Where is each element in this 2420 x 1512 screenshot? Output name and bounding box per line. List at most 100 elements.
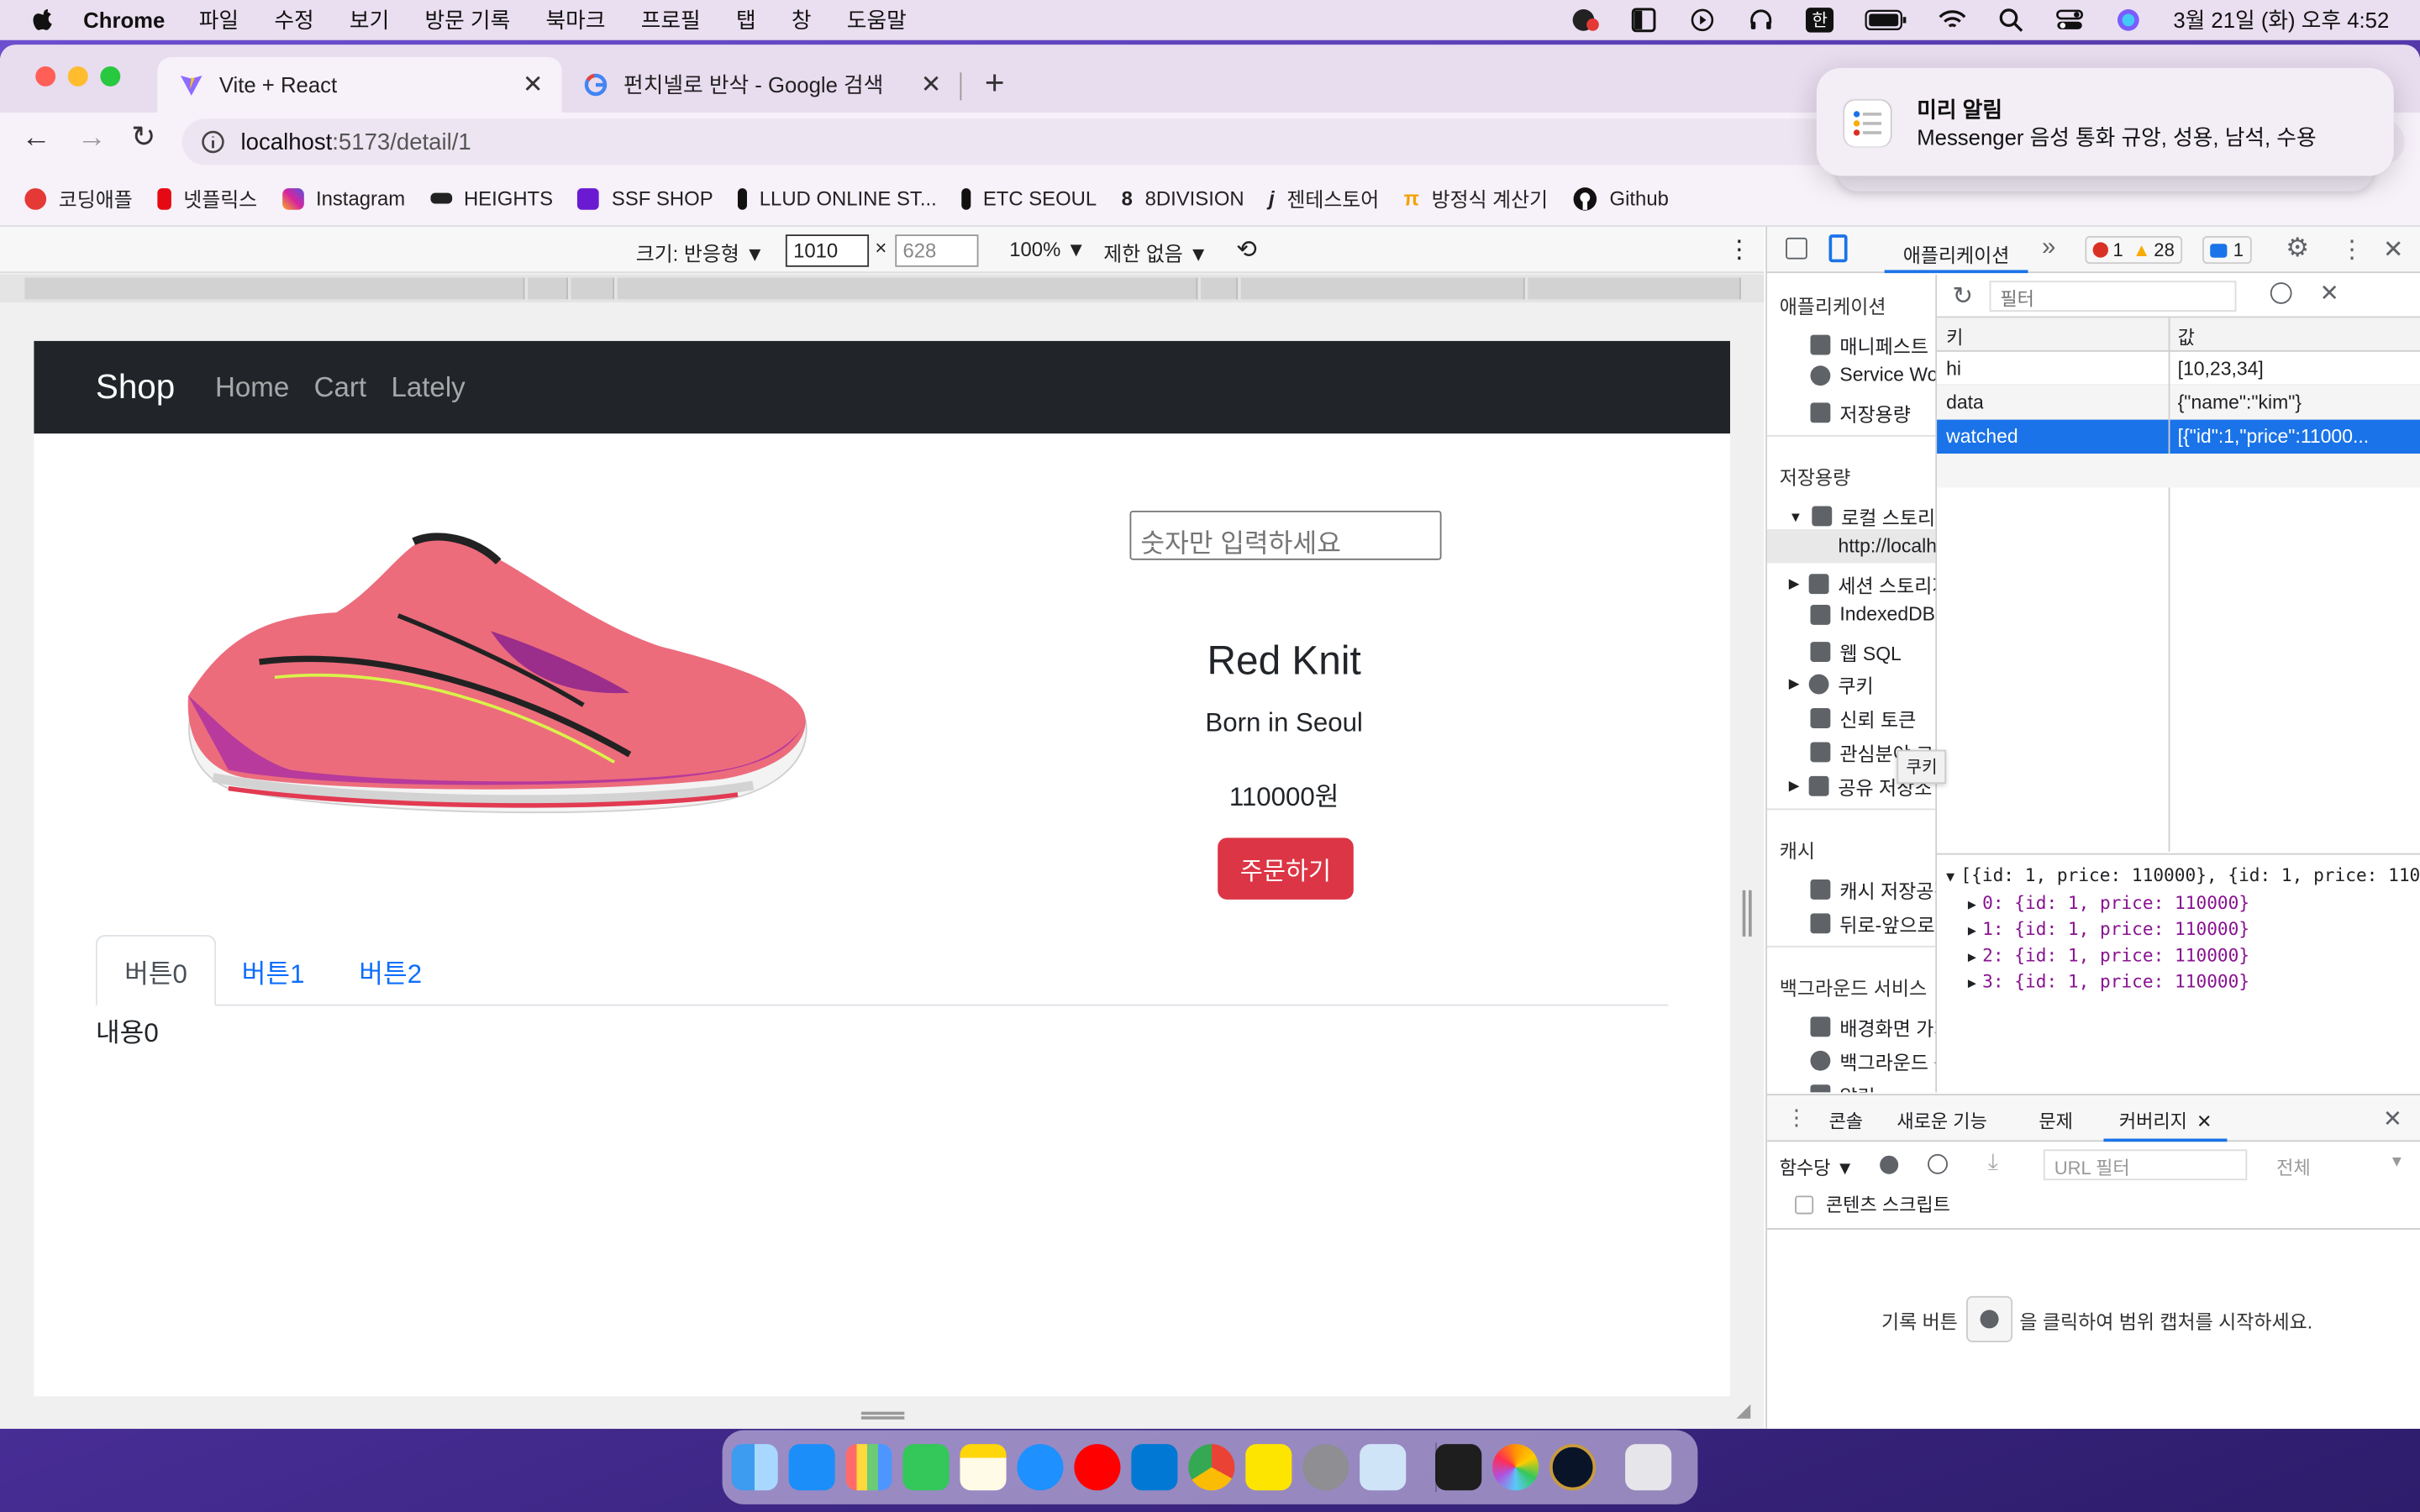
bookmark-8division[interactable]: 8 8DIVISION — [1122, 186, 1244, 210]
facetime-icon[interactable] — [902, 1444, 950, 1491]
record-icon[interactable] — [1880, 1155, 1899, 1174]
resize-handle-bottom[interactable] — [860, 1411, 905, 1420]
vscode-icon[interactable] — [1131, 1444, 1178, 1491]
device-zoom-select[interactable]: 100% ▼ — [1009, 238, 1086, 261]
apple-icon[interactable] — [31, 8, 55, 32]
url-filter-input[interactable]: URL 필터 — [2043, 1149, 2248, 1181]
navbar-brand[interactable]: Shop — [96, 367, 175, 407]
messages-counter[interactable]: 1 — [2202, 236, 2252, 265]
menu-view[interactable]: 보기 — [350, 5, 389, 36]
bookmark-equation-calculator[interactable]: π 방정식 계산기 — [1404, 184, 1548, 213]
bookmark-jentestore[interactable]: j 젠테스토어 — [1269, 184, 1379, 213]
siri-icon[interactable] — [2115, 8, 2143, 32]
device-height-input[interactable]: 628 — [895, 234, 979, 267]
play-icon[interactable] — [1689, 8, 1717, 32]
input-language-indicator[interactable]: 한 — [1806, 8, 1834, 33]
menu-edit[interactable]: 수정 — [274, 5, 313, 36]
youtube-music-icon[interactable] — [1074, 1444, 1121, 1491]
preview-item[interactable]: ▶ 2: {id: 1, price: 110000} — [1968, 944, 2249, 966]
menu-history[interactable]: 방문 기록 — [424, 5, 510, 36]
launchpad-icon[interactable] — [845, 1444, 892, 1491]
expand-right-icon[interactable]: ▶ — [1789, 675, 1800, 692]
device-width-input[interactable]: 1010 — [785, 234, 870, 267]
filter-input[interactable]: 필터 — [1989, 281, 2237, 312]
bookmark-ssf-shop[interactable]: SSF SHOP — [577, 186, 713, 210]
site-info-icon[interactable] — [201, 129, 225, 154]
terminal-icon[interactable] — [1435, 1444, 1482, 1491]
more-tabs-icon[interactable]: » — [2042, 234, 2055, 262]
system-settings-icon[interactable] — [1302, 1444, 1349, 1491]
sidebar-item-cache-storage[interactable]: 캐시 저장공간 — [1810, 874, 1935, 904]
tab-button-1[interactable]: 버튼1 — [216, 935, 330, 1005]
sidebar-item-storage[interactable]: 저장용량 — [1810, 398, 1911, 428]
notes-icon[interactable] — [960, 1444, 1007, 1491]
sidebar-item-manifest[interactable]: 매니페스트 — [1810, 330, 1928, 360]
messenger-status-icon[interactable] — [1571, 8, 1600, 32]
preview-item[interactable]: ▶ 3: {id: 1, price: 110000} — [1968, 970, 2249, 992]
close-devtools-icon[interactable]: ✕ — [2383, 234, 2404, 265]
kakaotalk-icon[interactable] — [1245, 1444, 1292, 1491]
sidebar-item-service-workers[interactable]: Service Workers — [1810, 364, 1935, 386]
expand-right-icon[interactable]: ▶ — [1789, 778, 1800, 795]
drawer-tab-console[interactable]: 콘솔 — [1829, 1108, 1864, 1134]
sidebar-item-bfcache[interactable]: 뒤로-앞으로 캐시 — [1810, 909, 1935, 938]
close-tab-icon[interactable]: ✕ — [921, 70, 942, 101]
devtools-menu-icon[interactable]: ⋮ — [2339, 234, 2364, 265]
menu-window[interactable]: 창 — [792, 5, 812, 36]
search-icon[interactable] — [1997, 8, 2025, 32]
close-drawer-icon[interactable]: ✕ — [2383, 1105, 2402, 1132]
app-store-icon[interactable] — [788, 1444, 835, 1491]
refresh-icon[interactable]: ↻ — [1952, 281, 1973, 312]
tab-button-0[interactable]: 버튼0 — [95, 935, 217, 1006]
quantity-input[interactable]: 숫자만 입력하세요 — [1129, 510, 1442, 560]
nav-link-home[interactable]: Home — [215, 371, 289, 404]
more-options-icon[interactable]: ⋮ — [1727, 234, 1751, 265]
back-icon[interactable]: ← — [22, 122, 51, 155]
sidebar-item-web-sql[interactable]: 웹 SQL — [1810, 638, 1902, 667]
sidebar-item-notifications[interactable]: 알림 — [1810, 1080, 1876, 1093]
close-drawer-tab-icon[interactable]: ✕ — [2196, 1110, 2212, 1132]
table-row[interactable]: hi [10,23,34] — [1937, 352, 2420, 386]
expand-down-icon[interactable]: ▼ — [1789, 508, 1802, 523]
league-of-legends-icon[interactable] — [1549, 1444, 1597, 1491]
drawer-menu-icon[interactable]: ⋮ — [1786, 1105, 1807, 1131]
bookmark-netflix[interactable]: 넷플릭스 — [157, 184, 257, 213]
settings-gear-icon[interactable]: ⚙ — [2286, 233, 2309, 264]
clear-icon[interactable] — [1928, 1153, 1948, 1174]
column-header-key[interactable]: 키 — [1946, 324, 1963, 350]
bookmark-etc-seoul[interactable]: ETC SEOUL — [961, 186, 1097, 210]
tab-google-search[interactable]: 펀치넬로 반삭 - Google 검색 ✕ — [562, 57, 960, 113]
close-tab-icon[interactable]: ✕ — [523, 70, 544, 101]
issues-counter[interactable]: 1 ▲ 28 — [2085, 236, 2183, 265]
sidebar-item-cookies[interactable]: ▶ 쿠키 — [1789, 669, 1874, 699]
zoom-window-button[interactable] — [100, 66, 121, 87]
inspect-element-icon[interactable] — [1786, 237, 1807, 260]
menu-file[interactable]: 파일 — [199, 5, 239, 36]
menu-bookmarks[interactable]: 북마크 — [546, 5, 606, 36]
sidebar-item-local-storage[interactable]: ▼로컬 스토리지 — [1789, 501, 1935, 531]
sidebar-item-session-storage[interactable]: ▶세션 스토리지 — [1789, 570, 1935, 599]
menu-profile[interactable]: 프로필 — [641, 5, 701, 36]
sidebar-item-indexeddb[interactable]: IndexedDB — [1810, 603, 1935, 625]
bookmark-llud[interactable]: LLUD ONLINE ST... — [738, 186, 937, 210]
battery-icon[interactable] — [1865, 8, 1907, 32]
sidebar-item-background-sync[interactable]: 백그라운드 동기화 — [1810, 1046, 1935, 1075]
table-row-selected[interactable]: watched [{"id":1,"price":11000... — [1937, 419, 2420, 454]
per-function-select[interactable]: 함수당 ▼ — [1780, 1154, 1854, 1180]
bookmark-codingapple[interactable]: 코딩애플 — [24, 184, 133, 213]
sidebar-item-background-fetch[interactable]: 배경화면 가져오기 — [1810, 1012, 1935, 1042]
close-window-button[interactable] — [35, 66, 56, 87]
nav-link-lately[interactable]: Lately — [391, 371, 465, 404]
resize-handle-corner[interactable]: ◢ — [1736, 1399, 1750, 1421]
reload-icon[interactable]: ↻ — [131, 120, 155, 155]
clear-all-icon[interactable] — [2270, 282, 2292, 304]
content-scripts-checkbox-row[interactable]: 콘텐츠 스크립트 — [1795, 1191, 1950, 1217]
device-toggle-icon[interactable] — [1828, 234, 1848, 263]
inline-record-button[interactable] — [1966, 1295, 2013, 1342]
preview-icon[interactable] — [1360, 1444, 1407, 1491]
device-size-select[interactable]: 크기: 반응형 ▼ — [636, 238, 765, 267]
chrome-icon[interactable] — [1188, 1444, 1235, 1491]
preview-summary[interactable]: ▼ [{id: 1, price: 110000}, {id: 1, price:… — [1946, 864, 2420, 886]
tab-button-2[interactable]: 버튼2 — [330, 935, 450, 1005]
wifi-icon[interactable] — [1939, 8, 1966, 32]
